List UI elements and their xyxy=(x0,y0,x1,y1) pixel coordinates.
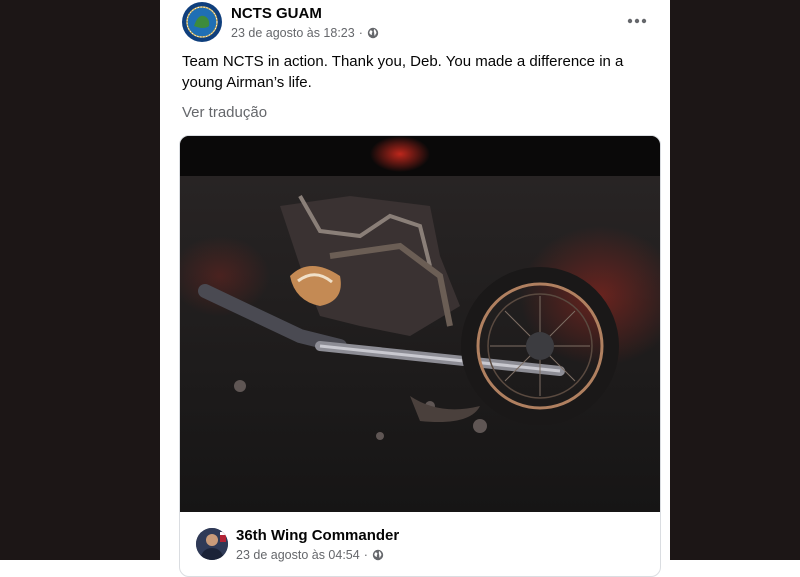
post-text: Team NCTS in action. Thank you, Deb. You… xyxy=(182,53,624,91)
page-avatar[interactable] xyxy=(182,2,222,42)
meta-separator: · xyxy=(358,26,363,40)
shared-post-header: 36th Wing Commander 23 de agosto às 04:5… xyxy=(180,512,660,576)
globe-icon xyxy=(372,549,384,561)
post-card: NCTS GUAM 23 de agosto às 18:23 · Team N… xyxy=(160,0,670,577)
globe-icon xyxy=(367,27,379,39)
post-timestamp[interactable]: 23 de agosto às 18:23 xyxy=(231,26,355,40)
more-options-button[interactable] xyxy=(620,8,654,34)
navy-seal-icon xyxy=(183,3,221,41)
page-name[interactable]: NCTS GUAM xyxy=(231,5,322,22)
backdrop-left xyxy=(0,0,160,560)
more-options-icon xyxy=(627,18,647,24)
shared-post[interactable]: 36th Wing Commander 23 de agosto às 04:5… xyxy=(179,135,661,577)
post-photo[interactable] xyxy=(180,136,660,512)
burned-motorcycle-photo xyxy=(180,136,660,512)
see-translation-link[interactable]: Ver tradução xyxy=(182,104,267,121)
post-meta: 23 de agosto às 18:23 · xyxy=(231,26,379,40)
commander-portrait-icon xyxy=(196,528,228,560)
shared-author-avatar[interactable] xyxy=(196,528,228,560)
backdrop-right xyxy=(670,0,800,560)
shared-author-name[interactable]: 36th Wing Commander xyxy=(236,527,399,544)
